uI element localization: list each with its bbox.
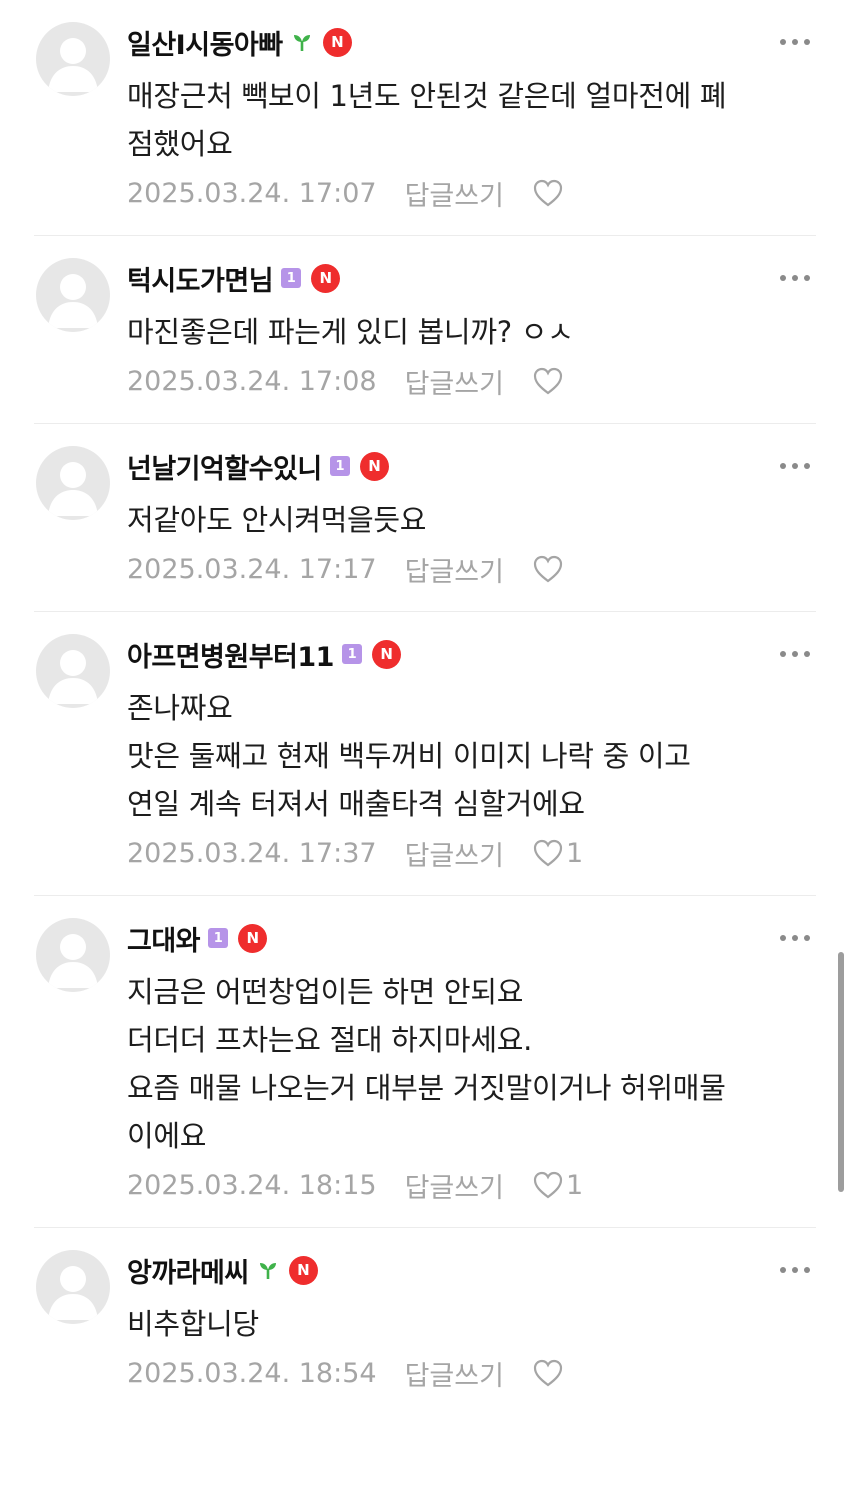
more-dots-icon[interactable] bbox=[780, 642, 810, 666]
comment-text: 존나짜요 맛은 둘째고 현재 백두꺼비 이미지 나락 중 이고 연일 계속 터져… bbox=[127, 684, 790, 828]
comment-text-line: 맛은 둘째고 현재 백두꺼비 이미지 나락 중 이고 bbox=[127, 739, 691, 773]
sprout-icon bbox=[291, 31, 313, 53]
comment-meta: 2025.03.24. 18:15 답글쓰기 1 bbox=[127, 1165, 790, 1205]
like-count: 1 bbox=[565, 837, 584, 869]
like-button[interactable] bbox=[532, 1358, 566, 1388]
comment-date: 2025.03.24. 17:08 bbox=[127, 365, 377, 397]
comment-nickname[interactable]: 아프면병원부터11 bbox=[127, 635, 334, 674]
level-badge-icon: 1 bbox=[208, 928, 229, 948]
comment-item: 아프면병원부터11 1 N 존나짜요 맛은 둘째고 현재 백두꺼비 이미지 나락… bbox=[0, 612, 850, 896]
comment-text-line: 존나짜요 bbox=[127, 691, 233, 725]
comment-text: 저같아도 안시켜먹을듯요 bbox=[127, 496, 790, 544]
comment-nickname[interactable]: 일산I시동아빠 bbox=[127, 23, 283, 62]
naver-n-badge-icon: N bbox=[322, 27, 352, 57]
comment-date: 2025.03.24. 17:17 bbox=[127, 553, 377, 585]
scrollbar-thumb[interactable] bbox=[838, 952, 844, 1192]
level-badge-icon: 1 bbox=[329, 456, 350, 476]
comment-text-line: 마진좋은데 파는게 있디 봅니까? ㅇㅅ bbox=[127, 315, 574, 349]
heart-outline-icon bbox=[533, 179, 563, 207]
more-dots-icon[interactable] bbox=[780, 1258, 810, 1282]
reply-button[interactable]: 답글쓰기 bbox=[405, 1354, 504, 1393]
comment-nickname[interactable]: 넌날기억할수있니 bbox=[127, 447, 322, 486]
comment-text-line: 요즘 매물 나오는거 대부분 거짓말이거나 허위매물 bbox=[127, 1071, 726, 1105]
naver-n-badge-icon: N bbox=[359, 451, 389, 481]
comment-text: 마진좋은데 파는게 있디 봅니까? ㅇㅅ bbox=[127, 308, 790, 356]
comment-text-line: 이에요 bbox=[127, 1119, 207, 1153]
comment-text: 비추합니당 bbox=[127, 1300, 790, 1348]
comment-date: 2025.03.24. 18:54 bbox=[127, 1357, 377, 1389]
reply-button[interactable]: 답글쓰기 bbox=[405, 362, 504, 401]
comment-text: 매장근처 빽보이 1년도 안된것 같은데 얼마전에 폐 점했어요 bbox=[127, 72, 790, 168]
comment-item: 앙까라메씨 N 비추합니당 2025.03.24. 18:54 답글쓰기 bbox=[0, 1228, 850, 1393]
comment-text-line: 지금은 어떤창업이든 하면 안되요 bbox=[127, 975, 524, 1009]
level-badge-icon: 1 bbox=[341, 644, 362, 664]
comment-text-line: 저같아도 안시켜먹을듯요 bbox=[127, 503, 427, 537]
like-button[interactable]: 1 bbox=[532, 838, 583, 869]
level-badge-icon: 1 bbox=[281, 268, 302, 288]
sprout-icon bbox=[257, 1259, 279, 1281]
more-dots-icon[interactable] bbox=[780, 266, 810, 290]
default-avatar-icon[interactable] bbox=[36, 1250, 110, 1324]
comment-text-line: 매장근처 빽보이 1년도 안된것 같은데 얼마전에 폐 bbox=[127, 79, 727, 113]
naver-n-badge-icon: N bbox=[288, 1255, 318, 1285]
heart-outline-icon bbox=[533, 1171, 563, 1199]
comment-meta: 2025.03.24. 18:54 답글쓰기 bbox=[127, 1353, 790, 1393]
naver-n-badge-icon: N bbox=[238, 923, 268, 953]
comment-nickname[interactable]: 그대와 bbox=[127, 919, 201, 958]
comment-meta: 2025.03.24. 17:17 답글쓰기 bbox=[127, 549, 790, 589]
default-avatar-icon[interactable] bbox=[36, 634, 110, 708]
naver-n-badge-icon: N bbox=[311, 263, 341, 293]
comment-item: 턱시도가면님 1 N 마진좋은데 파는게 있디 봅니까? ㅇㅅ 2025.03.… bbox=[0, 236, 850, 424]
reply-button[interactable]: 답글쓰기 bbox=[405, 550, 504, 589]
like-button[interactable] bbox=[532, 554, 566, 584]
comment-date: 2025.03.24. 17:37 bbox=[127, 837, 377, 869]
reply-button[interactable]: 답글쓰기 bbox=[405, 1166, 504, 1205]
like-button[interactable] bbox=[532, 178, 566, 208]
like-button[interactable] bbox=[532, 366, 566, 396]
comment-date: 2025.03.24. 17:07 bbox=[127, 177, 377, 209]
default-avatar-icon[interactable] bbox=[36, 918, 110, 992]
comment-text: 지금은 어떤창업이든 하면 안되요 더더더 프차는요 절대 하지마세요. 요즘 … bbox=[127, 968, 790, 1160]
default-avatar-icon[interactable] bbox=[36, 258, 110, 332]
reply-button[interactable]: 답글쓰기 bbox=[405, 174, 504, 213]
like-count: 1 bbox=[565, 1169, 584, 1201]
heart-outline-icon bbox=[533, 367, 563, 395]
heart-outline-icon bbox=[533, 555, 563, 583]
like-button[interactable]: 1 bbox=[532, 1170, 583, 1201]
more-dots-icon[interactable] bbox=[780, 454, 810, 478]
default-avatar-icon[interactable] bbox=[36, 446, 110, 520]
comment-item: 일산I시동아빠 N 매장근처 빽보이 1년도 안된것 같은데 얼마전에 폐 점했… bbox=[0, 0, 850, 236]
comment-text-line: 비추합니당 bbox=[127, 1307, 259, 1341]
more-dots-icon[interactable] bbox=[780, 30, 810, 54]
comment-item: 넌날기억할수있니 1 N 저같아도 안시켜먹을듯요 2025.03.24. 17… bbox=[0, 424, 850, 612]
naver-n-badge-icon: N bbox=[371, 639, 401, 669]
comment-list: 일산I시동아빠 N 매장근처 빽보이 1년도 안된것 같은데 얼마전에 폐 점했… bbox=[0, 0, 850, 1504]
default-avatar-icon[interactable] bbox=[36, 22, 110, 96]
comment-nickname[interactable]: 턱시도가면님 bbox=[127, 259, 274, 298]
more-dots-icon[interactable] bbox=[780, 926, 810, 950]
comment-nickname[interactable]: 앙까라메씨 bbox=[127, 1251, 249, 1290]
comment-item: 그대와 1 N 지금은 어떤창업이든 하면 안되요 더더더 프차는요 절대 하지… bbox=[0, 896, 850, 1228]
comment-meta: 2025.03.24. 17:08 답글쓰기 bbox=[127, 361, 790, 401]
heart-outline-icon bbox=[533, 839, 563, 867]
comment-meta: 2025.03.24. 17:07 답글쓰기 bbox=[127, 173, 790, 213]
comment-text-line: 점했어요 bbox=[127, 127, 233, 161]
comment-text-line: 더더더 프차는요 절대 하지마세요. bbox=[127, 1023, 532, 1057]
comment-meta: 2025.03.24. 17:37 답글쓰기 1 bbox=[127, 833, 790, 873]
reply-button[interactable]: 답글쓰기 bbox=[405, 834, 504, 873]
heart-outline-icon bbox=[533, 1359, 563, 1387]
comment-date: 2025.03.24. 18:15 bbox=[127, 1169, 377, 1201]
comment-text-line: 연일 계속 터져서 매출타격 심할거에요 bbox=[127, 787, 585, 821]
